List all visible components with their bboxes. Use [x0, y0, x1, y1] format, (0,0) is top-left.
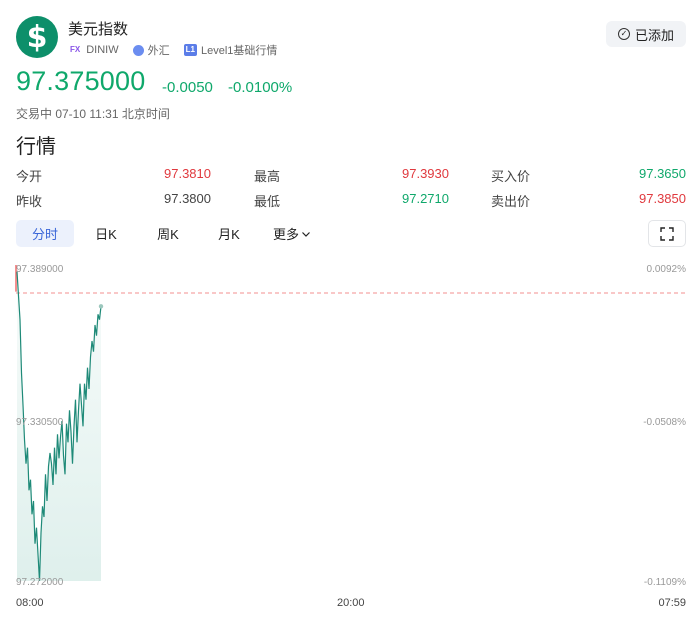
fullscreen-button[interactable] [648, 220, 686, 247]
instrument-title: 美元指数 [68, 21, 129, 38]
market-label: 外汇 [147, 45, 170, 57]
open-value: 97.3810 [164, 166, 211, 181]
tab-daily-k[interactable]: 日K [74, 220, 138, 247]
pct-axis-mid-label: -0.0508% [643, 417, 686, 428]
instrument-tags: FX DINIW 外汇 L1 Level1基础行情 [68, 42, 277, 58]
price-change-percent: -0.0100% [228, 79, 293, 96]
chart-canvas [15, 265, 686, 582]
check-circle-icon: ✓ [617, 28, 630, 40]
open-label: 今开 [16, 169, 43, 184]
x-axis-end-label: 07:59 [658, 597, 686, 609]
intraday-chart[interactable]: 97.389000 97.330500 97.272000 0.0092% -0… [0, 255, 696, 620]
pct-axis-bottom-label: -0.1109% [643, 577, 686, 588]
section-title: 行情 [16, 136, 56, 158]
chevron-down-icon [302, 231, 310, 237]
tab-more[interactable]: 更多 [260, 220, 324, 247]
y-axis-mid-label: 97.330500 [16, 417, 64, 428]
prev-close-value: 97.3800 [164, 191, 211, 206]
bid-label: 买入价 [491, 169, 531, 184]
y-axis-bottom-label: 97.272000 [16, 577, 64, 588]
low-value: 97.2710 [402, 191, 449, 206]
level-label: Level1基础行情 [200, 45, 278, 57]
trading-status: 交易中 07-10 11:31 北京时间 [16, 107, 170, 121]
ask-label: 卖出价 [491, 194, 531, 209]
instrument-code: DINIW [86, 44, 119, 56]
tab-more-label: 更多 [272, 227, 299, 242]
fullscreen-icon [660, 226, 674, 241]
level1-badge: L1 [183, 44, 197, 56]
tab-weekly-k[interactable]: 周K [138, 220, 198, 247]
usd-logo-icon: $ [16, 16, 58, 58]
ask-value: 97.3850 [639, 191, 686, 206]
bid-value: 97.3650 [639, 166, 686, 181]
added-label: 已添加 [634, 27, 674, 43]
globe-icon [132, 44, 144, 56]
chart-period-tabs: 分时 日K 周K 月K 更多 [16, 220, 324, 247]
prev-close-label: 昨收 [16, 194, 43, 209]
added-watchlist-button[interactable]: ✓ 已添加 [605, 21, 686, 47]
high-value: 97.3930 [402, 166, 449, 181]
price-change: -0.0050 [162, 79, 213, 96]
y-axis-top-label: 97.389000 [16, 264, 64, 275]
tab-monthly-k[interactable]: 月K [198, 220, 260, 247]
fx-badge: FX [70, 45, 81, 54]
current-price: 97.375000 [16, 66, 146, 96]
last-price-point [98, 304, 104, 309]
low-label: 最低 [254, 194, 281, 209]
x-axis-start-label: 08:00 [16, 597, 44, 609]
x-axis-mid-label: 20:00 [337, 597, 365, 609]
pct-axis-top-label: 0.0092% [646, 264, 686, 275]
high-label: 最高 [254, 169, 281, 184]
tab-intraday[interactable]: 分时 [16, 220, 74, 247]
